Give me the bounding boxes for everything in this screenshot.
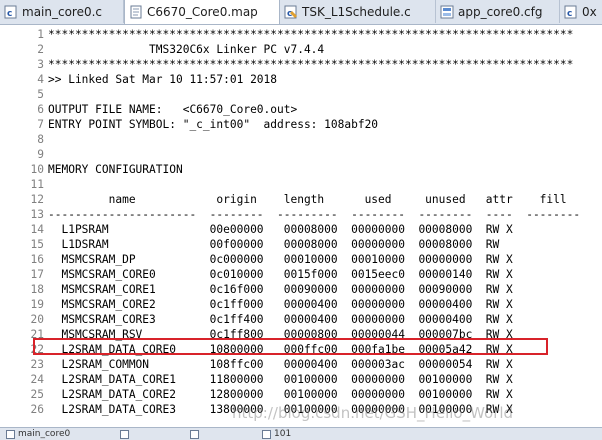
code-line: MSMCSRAM_RSV 0c1ff800 00000800 00000044 …	[48, 328, 513, 341]
bottom-tab-3[interactable]	[190, 429, 202, 439]
line-number: 12	[30, 193, 44, 206]
line-number: 10	[30, 163, 44, 176]
bottom-tab-label: main_core0	[18, 429, 71, 439]
code-line: >> Linked Sat Mar 10 11:57:01 2018	[48, 73, 278, 86]
cfg-file-icon	[190, 429, 199, 439]
line-number: 15	[30, 238, 44, 251]
code-line: L1PSRAM 00e00000 00008000 00000000 00008…	[48, 223, 513, 236]
code-line: MEMORY CONFIGURATION	[48, 163, 183, 176]
bottom-tab-label: 101	[274, 429, 292, 439]
line-number: 13	[30, 208, 44, 221]
code-line: MSMCSRAM_DP 0c000000 00010000 00010000 0…	[48, 253, 513, 266]
code-line: OUTPUT FILE NAME: <C6670_Core0.out>	[48, 103, 298, 116]
code-line: MSMCSRAM_CORE0 0c010000 0015f000 0015eec…	[48, 268, 513, 281]
code-line: TMS320C6x Linker PC v7.4.4	[48, 43, 325, 56]
svg-text:c: c	[7, 9, 12, 19]
line-number: 3	[37, 58, 44, 71]
editor-tab-bar: c main_core0.c C6670_Core0.map c TSK_L1S…	[0, 0, 602, 25]
line-number: 8	[37, 133, 44, 146]
c-file-icon: c	[564, 5, 578, 19]
tab-label: C6670_Core0.map	[147, 5, 258, 19]
tab-main-core0-c[interactable]: c main_core0.c	[0, 0, 124, 23]
line-number: 21	[30, 328, 44, 341]
line-number: 26	[30, 403, 44, 416]
tab-label: app_core0.cfg	[458, 4, 543, 19]
line-number: 4	[37, 73, 44, 86]
code-line: L1DSRAM 00f00000 00008000 00000000 00008…	[48, 238, 500, 251]
tab-label: 0x	[582, 4, 597, 19]
tab-tsk-l1schedule-c[interactable]: c TSK_L1Schedule.c	[280, 0, 436, 23]
code-line: MSMCSRAM_CORE2 0c1ff000 00000400 0000000…	[48, 298, 513, 311]
tab-app-core0-cfg[interactable]: app_core0.cfg	[436, 0, 560, 23]
line-number: 7	[37, 118, 44, 131]
bottom-tab-binary[interactable]: 101	[262, 429, 291, 439]
code-line: ****************************************…	[48, 58, 574, 71]
line-number: 22	[30, 343, 44, 356]
bottom-tab-2[interactable]	[120, 429, 132, 439]
line-number: 1	[37, 28, 44, 41]
line-number: 2	[37, 43, 44, 56]
line-number: 23	[30, 358, 44, 371]
line-number: 24	[30, 373, 44, 386]
code-line: MSMCSRAM_CORE3 0c1ff400 00000400 0000000…	[48, 313, 513, 326]
code-line-highlighted: L2SRAM_COMMON 108ffc00 00000400 000003ac…	[48, 358, 513, 371]
line-number: 20	[30, 313, 44, 326]
bottom-tab-strip: main_core0 101	[0, 427, 602, 440]
line-number: 19	[30, 298, 44, 311]
tab-0x[interactable]: c 0x	[560, 0, 602, 23]
tab-label: main_core0.c	[22, 4, 103, 19]
code-line: ---------------------- -------- --------…	[48, 208, 581, 221]
map-file-editor[interactable]: 1 ***************************************…	[0, 27, 602, 427]
line-number: 11	[30, 178, 44, 191]
line-number: 5	[37, 88, 44, 101]
binary-icon	[262, 429, 271, 439]
code-line: L2SRAM_DATA_CORE1 11800000 00100000 0000…	[48, 373, 513, 386]
code-line: MSMCSRAM_CORE1 0c16f000 00090000 0000000…	[48, 283, 513, 296]
code-line: ****************************************…	[48, 28, 574, 41]
cfg-file-icon	[440, 5, 454, 19]
line-number: 16	[30, 253, 44, 266]
line-number: 14	[30, 223, 44, 236]
code-line: L2SRAM_DATA_CORE0 10800000 000ffc00 000f…	[48, 343, 513, 356]
c-file-icon: c	[284, 5, 298, 19]
text-file-icon	[129, 5, 143, 19]
code-line: name origin length used unused attr fill	[48, 193, 567, 206]
text-file-icon	[120, 429, 129, 439]
c-file-icon: c	[4, 5, 18, 19]
tab-c6670-core0-map[interactable]: C6670_Core0.map	[124, 0, 280, 24]
tab-label: TSK_L1Schedule.c	[302, 4, 411, 19]
code-line: L2SRAM_DATA_CORE3 13800000 00100000 0000…	[48, 403, 513, 416]
line-number: 9	[37, 148, 44, 161]
line-number: 6	[37, 103, 44, 116]
svg-text:c: c	[567, 9, 572, 19]
c-file-icon	[6, 429, 15, 439]
line-number: 18	[30, 283, 44, 296]
line-number: 25	[30, 388, 44, 401]
code-line: L2SRAM_DATA_CORE2 12800000 00100000 0000…	[48, 388, 513, 401]
code-line: ENTRY POINT SYMBOL: "_c_int00" address: …	[48, 118, 379, 131]
line-number: 17	[30, 268, 44, 281]
bottom-tab-main-core0[interactable]: main_core0	[6, 429, 70, 439]
